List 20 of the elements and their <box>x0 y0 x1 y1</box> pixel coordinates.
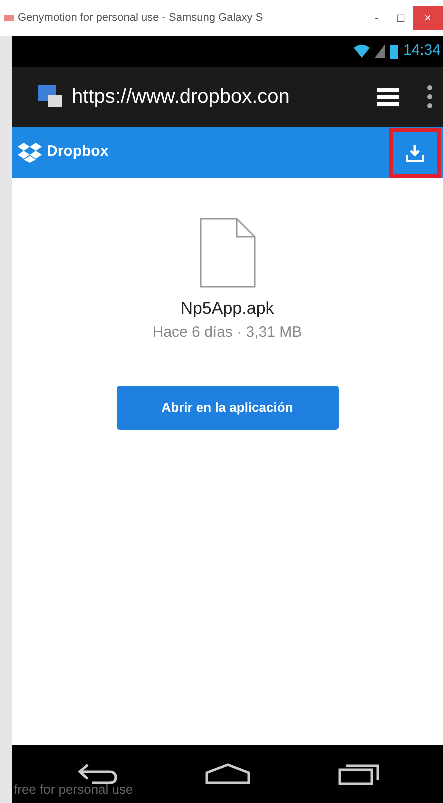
file-details: Hace 6 días · 3,31 MB <box>152 322 302 342</box>
watermark-text: free for personal use <box>14 780 134 799</box>
open-in-app-button[interactable]: Abrir en la aplicación <box>116 386 338 430</box>
maximize-button[interactable]: □ <box>389 6 413 30</box>
minimize-button[interactable]: - <box>365 6 389 30</box>
file-icon <box>200 218 256 288</box>
back-icon[interactable] <box>76 762 118 786</box>
overflow-menu-icon[interactable] <box>427 84 433 110</box>
app-icon <box>4 15 14 21</box>
download-button[interactable] <box>393 132 437 174</box>
clock-time: 14:34 <box>403 41 441 62</box>
brand-name: Dropbox <box>47 142 110 162</box>
window-title: Genymotion for personal use - Samsung Galaxy S <box>18 10 264 26</box>
browser-icon[interactable] <box>38 84 64 110</box>
tabs-icon[interactable] <box>377 85 401 109</box>
box-logo-icon <box>18 142 42 162</box>
download-icon <box>406 144 424 162</box>
file-name: Np5App.apk <box>180 298 274 320</box>
home-icon[interactable] <box>204 762 250 786</box>
close-button[interactable]: × <box>413 6 443 30</box>
